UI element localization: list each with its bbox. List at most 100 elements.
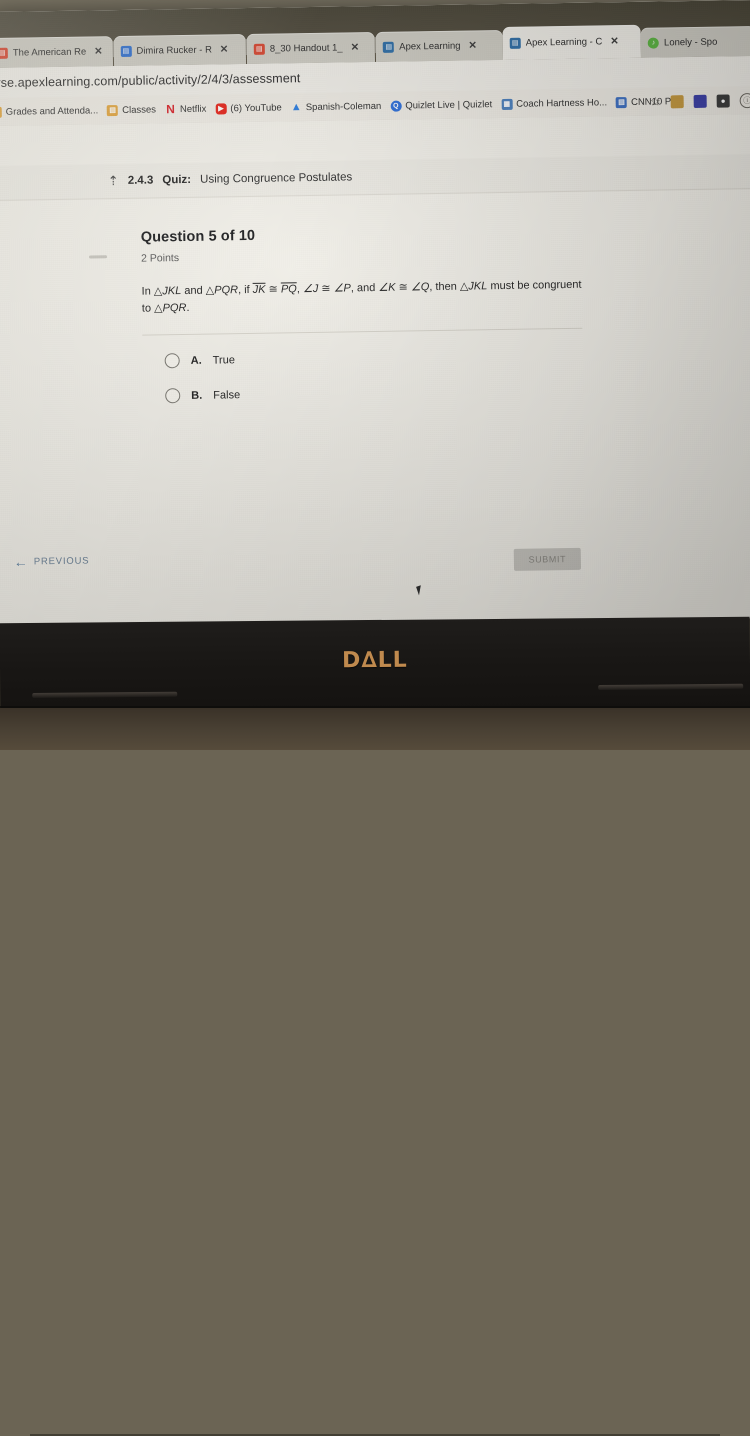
q-ang3: ∠K <box>378 281 396 294</box>
bookmark-coach[interactable]: ▦ Coach Hartness Ho... <box>501 97 607 110</box>
quizlet-icon: Q <box>390 100 402 112</box>
laptop-base <box>0 708 750 1436</box>
close-icon[interactable]: ✕ <box>351 42 360 53</box>
bookmark-spanish[interactable]: ▲ Spanish-Coleman <box>291 100 382 112</box>
bookmark-label: Netflix <box>179 103 207 115</box>
drive-icon: ▲ <box>290 100 302 113</box>
previous-label: PREVIOUS <box>33 555 90 567</box>
bookmark-label: Quizlet Live | Quizlet <box>405 98 493 112</box>
tab-title: Dimira Rucker - R <box>136 44 212 57</box>
browser-window: ▤ The American Re ✕ ▤ Dimira Rucker - R … <box>0 0 750 630</box>
netflix-icon: N <box>166 102 175 117</box>
laptop-bezel: D∆LL <box>0 616 750 716</box>
bookmark-quizlet[interactable]: Q Quizlet Live | Quizlet <box>390 99 492 112</box>
option-b[interactable]: B. False <box>165 382 593 404</box>
apex-assessment-page: ⇡ 2.4.3 Quiz: Using Congruence Postulate… <box>0 113 750 630</box>
bezel-vent-left <box>32 691 178 698</box>
bookmark-youtube[interactable]: ▶ (6) YouTube <box>215 102 282 114</box>
url-text: ourse.apexlearning.com/public/activity/2… <box>0 71 301 91</box>
spotify-icon: ♪ <box>647 37 660 49</box>
close-icon[interactable]: ✕ <box>220 44 229 55</box>
submit-button[interactable]: SUBMIT <box>513 547 582 571</box>
q-seg1: JK <box>252 283 266 296</box>
q-ang1: ∠J <box>302 282 319 296</box>
arrow-left-icon: ← <box>13 553 28 570</box>
toolbar-right-icons: ☆ ● ⓘ <box>650 86 750 116</box>
quiz-header-content: ⇡ 2.4.3 Quiz: Using Congruence Postulate… <box>108 169 353 189</box>
quiz-type-label: Quiz: <box>162 173 192 187</box>
quiz-header-bar: ⇡ 2.4.3 Quiz: Using Congruence Postulate… <box>0 153 750 202</box>
apex-icon: ▤ <box>509 37 521 49</box>
q-cong1: ≅ <box>265 283 281 296</box>
quiz-number: 2.4.3 <box>127 174 154 187</box>
q-var2: PQR <box>214 284 239 297</box>
close-icon[interactable]: ✕ <box>468 40 477 51</box>
close-icon[interactable]: ✕ <box>610 36 619 47</box>
slides-icon: ▤ <box>120 45 132 57</box>
sheets-icon: ▦ <box>501 98 513 110</box>
star-icon[interactable]: ☆ <box>650 95 661 109</box>
tab-title: 8_30 Handout 1_ <box>269 41 343 55</box>
extension-gold-icon[interactable] <box>670 94 684 108</box>
bezel-vent-right <box>598 683 744 691</box>
browser-tab-1[interactable]: ▤ Dimira Rucker - R ✕ <box>113 34 247 67</box>
bookmark-label: Classes <box>122 103 157 116</box>
q-if: , if <box>237 283 253 297</box>
quiz-title: Using Congruence Postulates <box>199 171 353 186</box>
bookmark-label: Coach Hartness Ho... <box>516 96 608 110</box>
browser-tab-0[interactable]: ▤ The American Re ✕ <box>0 36 113 69</box>
close-icon[interactable]: ✕ <box>94 46 103 57</box>
dell-logo: D∆LL <box>342 647 408 674</box>
document-icon: ▤ <box>253 43 265 55</box>
option-letter: B. <box>191 389 203 402</box>
bookmark-grades[interactable]: ▤ Grades and Attenda... <box>0 105 98 118</box>
bookmark-classes[interactable]: ▤ Classes <box>107 104 156 116</box>
browser-tab-3[interactable]: ▤ Apex Learning ✕ <box>375 29 503 62</box>
q-var4: PQR <box>162 301 187 314</box>
cnn-icon: ▤ <box>615 96 628 108</box>
mouse-cursor <box>416 584 427 596</box>
tab-title: Lonely - Spo <box>663 36 718 48</box>
extension-dark-icon[interactable]: ● <box>716 93 730 108</box>
q-seg2: PQ <box>280 283 297 296</box>
triangle-icon: △ <box>153 285 163 298</box>
document-icon: ▤ <box>0 47 8 59</box>
q-pre: In <box>141 285 154 298</box>
q-var3: JKL <box>468 280 488 293</box>
screen-smudge <box>89 255 108 259</box>
question-divider <box>142 327 583 336</box>
q-period: . <box>186 301 190 314</box>
q-ang4: ∠Q <box>410 281 430 294</box>
tab-title: Apex Learning - C <box>525 36 603 49</box>
browser-tab-2[interactable]: ▤ 8_30 Handout 1_ ✕ <box>246 31 376 64</box>
laptop-screen-photo: ▤ The American Re ✕ ▤ Dimira Rucker - R … <box>0 0 750 630</box>
q-var1: JKL <box>162 285 182 298</box>
triangle-icon: △ <box>154 301 163 314</box>
radio-button-a[interactable] <box>164 353 180 369</box>
q-cong2: ≅ <box>318 282 334 295</box>
q-then: , then <box>429 280 461 294</box>
bookmark-label: Grades and Attenda... <box>5 104 99 118</box>
option-letter: A. <box>190 354 202 367</box>
extension-blue-icon[interactable] <box>693 94 707 108</box>
triangle-icon: △ <box>459 280 469 293</box>
question-text: In △JKL and △PQR, if JK ≅ PQ, ∠J ≅ ∠P, a… <box>141 277 583 317</box>
option-a[interactable]: A. True <box>164 347 593 369</box>
option-label: True <box>212 353 235 367</box>
profile-avatar[interactable]: ⓘ <box>739 92 750 108</box>
radio-button-b[interactable] <box>165 388 181 404</box>
browser-tab-5[interactable]: ♪ Lonely - Spo <box>640 26 750 58</box>
bookmark-label: Spanish-Coleman <box>305 100 382 113</box>
previous-button[interactable]: ← PREVIOUS <box>14 553 90 570</box>
youtube-icon: ▶ <box>215 102 227 114</box>
browser-tab-4-active[interactable]: ▤ Apex Learning - C ✕ <box>502 24 642 60</box>
apex-icon: ▤ <box>383 41 395 53</box>
bookmark-netflix[interactable]: N Netflix <box>165 102 207 117</box>
q-cong3: ≅ <box>395 281 412 294</box>
question-points: 2 Points <box>140 252 180 265</box>
exit-arrow-icon[interactable]: ⇡ <box>108 173 119 189</box>
q-ang2: ∠P <box>333 282 351 295</box>
question-container: Question 5 of 10 2 Points In △JKL and △P… <box>140 223 594 571</box>
grades-icon: ▤ <box>0 106 2 118</box>
tab-title: The American Re <box>12 46 87 59</box>
